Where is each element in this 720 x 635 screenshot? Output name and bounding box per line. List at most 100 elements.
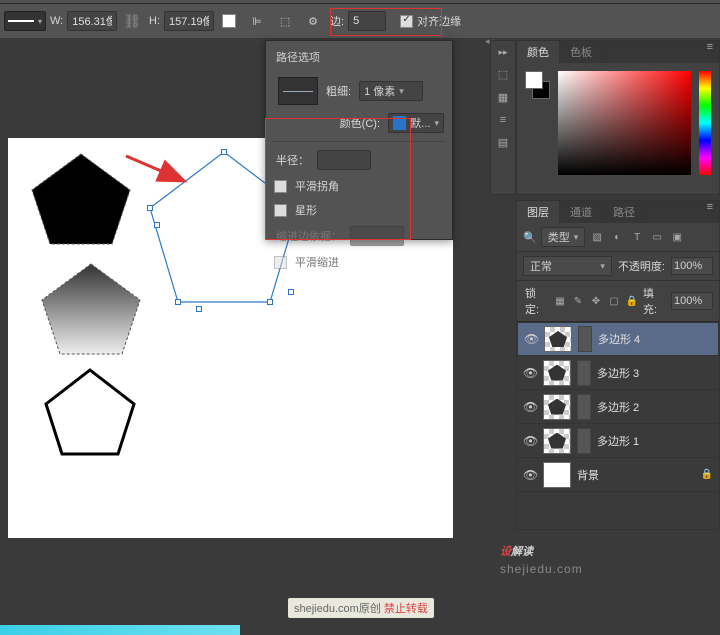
- filter-adjust-icon[interactable]: ◐: [609, 229, 625, 245]
- bounding-handle[interactable]: [288, 289, 294, 295]
- tab-channels[interactable]: 通道: [560, 201, 603, 223]
- lock-position-icon[interactable]: ✥: [589, 293, 603, 309]
- filter-type-dropdown[interactable]: 类型▾: [541, 227, 586, 247]
- anchor-point[interactable]: [147, 205, 153, 211]
- lock-paint-icon[interactable]: ✎: [571, 293, 585, 309]
- visibility-icon[interactable]: 👁: [523, 468, 537, 482]
- width-label: W:: [50, 15, 63, 27]
- taskbar-highlight: [0, 625, 240, 635]
- smooth-indent-checkbox: [274, 256, 287, 269]
- hue-slider[interactable]: [699, 71, 711, 175]
- link-chain-icon[interactable]: ⛓: [123, 13, 141, 30]
- vector-mask-thumbnail[interactable]: [577, 428, 591, 454]
- gear-icon[interactable]: ⚙: [300, 8, 326, 34]
- visibility-icon[interactable]: 👁: [523, 366, 537, 380]
- anchor-point[interactable]: [221, 149, 227, 155]
- arrange-icon[interactable]: ⬚: [272, 8, 298, 34]
- opacity-input[interactable]: [671, 257, 713, 275]
- foreground-background-swatches[interactable]: [525, 71, 550, 99]
- path-options-popup: 路径选项 粗细: 1 像素▾ 颜色(C): 默...▾ 半径： 平滑拐角 星形 …: [265, 40, 453, 240]
- collapsed-panel-dock[interactable]: ▸▸ ⬚ ▦ ≡ ▤: [490, 40, 516, 195]
- vector-mask-thumbnail[interactable]: [577, 394, 591, 420]
- layer-thumbnail[interactable]: [544, 326, 572, 352]
- align-icon[interactable]: ⊫: [244, 8, 270, 34]
- tab-paths[interactable]: 路径: [603, 201, 646, 223]
- smooth-corners-checkbox[interactable]: [274, 180, 287, 193]
- shape-pentagon-gradient: [36, 260, 146, 360]
- panel-icon[interactable]: ▤: [498, 136, 508, 149]
- color-label: 颜色(C):: [340, 115, 380, 131]
- layer-row[interactable]: 👁 背景 🔒: [517, 458, 719, 492]
- indent-label: 缩进边依据：: [276, 228, 342, 244]
- options-bar: ▾ W: ⛓ H: ⊫ ⬚ ⚙ 边: 对齐边缘: [0, 4, 720, 39]
- color-dropdown[interactable]: 默...▾: [388, 113, 444, 133]
- stroke-style-dropdown[interactable]: ▾: [4, 11, 46, 31]
- panel-menu-icon[interactable]: ≡: [701, 201, 719, 223]
- bounding-handle[interactable]: [196, 306, 202, 312]
- sides-input[interactable]: [348, 11, 386, 31]
- smooth-corners-label: 平滑拐角: [295, 178, 339, 194]
- layer-thumbnail[interactable]: [543, 428, 571, 454]
- blend-mode-dropdown[interactable]: 正常▾: [523, 256, 612, 276]
- lock-all-icon[interactable]: 🔒: [625, 293, 639, 309]
- layer-row[interactable]: 👁 多边形 2: [517, 390, 719, 424]
- lock-transparency-icon[interactable]: ▦: [553, 293, 567, 309]
- tab-layers[interactable]: 图层: [517, 201, 560, 223]
- layer-row[interactable]: 👁 多边形 3: [517, 356, 719, 390]
- star-checkbox[interactable]: [274, 204, 287, 217]
- fill-label: 填充:: [643, 285, 665, 317]
- expand-icon[interactable]: ▸▸: [498, 47, 507, 58]
- sides-label: 边:: [330, 13, 344, 29]
- width-input[interactable]: [67, 11, 117, 31]
- layer-row[interactable]: 👁 多边形 4: [517, 322, 719, 356]
- align-edges-label: 对齐边缘: [417, 13, 461, 29]
- layer-thumbnail[interactable]: [543, 394, 571, 420]
- vector-mask-thumbnail[interactable]: [578, 326, 592, 352]
- vector-mask-thumbnail[interactable]: [577, 360, 591, 386]
- layer-name[interactable]: 背景: [577, 467, 599, 483]
- layer-name[interactable]: 多边形 4: [598, 331, 640, 347]
- attribution-tag: shejiedu.com原创 禁止转载: [288, 598, 434, 618]
- layer-name[interactable]: 多边形 3: [597, 365, 639, 381]
- layer-row[interactable]: 👁 多边形 1: [517, 424, 719, 458]
- tab-color[interactable]: 颜色: [517, 41, 560, 63]
- color-spectrum[interactable]: [558, 71, 691, 175]
- layer-thumbnail[interactable]: [543, 462, 571, 488]
- popup-title: 路径选项: [266, 41, 452, 73]
- panel-icon[interactable]: ⬚: [498, 68, 508, 81]
- panel-menu-icon[interactable]: ≡: [701, 41, 719, 63]
- color-panel: 颜色 色板 ≡: [516, 40, 720, 195]
- visibility-icon[interactable]: 👁: [523, 434, 537, 448]
- radius-input[interactable]: [317, 150, 371, 170]
- panel-icon[interactable]: ▦: [498, 91, 508, 104]
- filter-shape-icon[interactable]: ▭: [649, 229, 665, 245]
- anchor-point[interactable]: [175, 299, 181, 305]
- visibility-icon[interactable]: 👁: [523, 400, 537, 414]
- layer-thumbnail[interactable]: [543, 360, 571, 386]
- thickness-label: 粗细:: [326, 83, 351, 99]
- fill-swatch[interactable]: [216, 8, 242, 34]
- fill-input[interactable]: [671, 292, 713, 310]
- shape-pentagon-stroke: [40, 366, 140, 460]
- visibility-icon[interactable]: 👁: [524, 332, 538, 346]
- panel-icon[interactable]: ≡: [500, 114, 506, 126]
- align-edges-checkbox[interactable]: [400, 15, 413, 28]
- filter-image-icon[interactable]: ▧: [589, 229, 605, 245]
- star-label: 星形: [295, 202, 317, 218]
- magnifier-icon: 🔍: [523, 231, 537, 244]
- height-input[interactable]: [164, 11, 214, 31]
- filter-smart-icon[interactable]: ▣: [669, 229, 685, 245]
- bounding-handle[interactable]: [154, 222, 160, 228]
- thickness-dropdown[interactable]: 1 像素▾: [359, 81, 423, 101]
- stroke-preview[interactable]: [278, 77, 318, 105]
- lock-artboard-icon[interactable]: ▢: [607, 293, 621, 309]
- indent-input: [350, 226, 404, 246]
- layer-name[interactable]: 多边形 2: [597, 399, 639, 415]
- layer-name[interactable]: 多边形 1: [597, 433, 639, 449]
- tab-swatches[interactable]: 色板: [560, 41, 603, 63]
- anchor-point[interactable]: [267, 299, 273, 305]
- height-label: H:: [149, 15, 160, 27]
- filter-text-icon[interactable]: T: [629, 229, 645, 245]
- watermark: 设解读 shejiedu.com: [500, 530, 583, 576]
- radius-label: 半径：: [276, 152, 309, 168]
